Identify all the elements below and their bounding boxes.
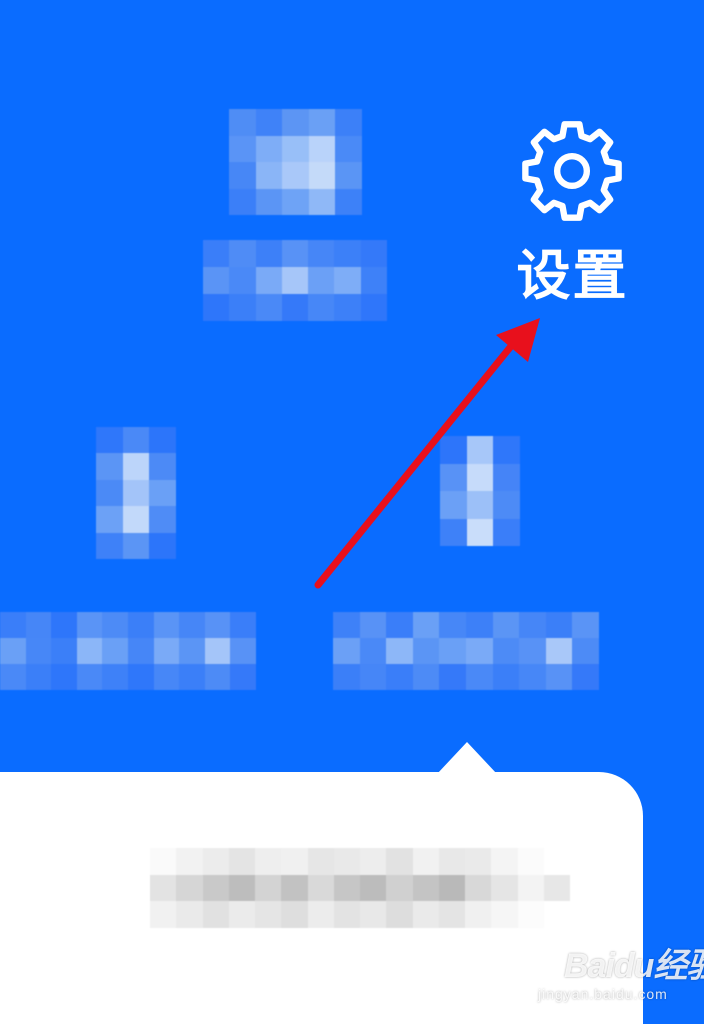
watermark-logo-text: Baidu经验	[564, 947, 704, 985]
censored-stat-caption-right	[333, 612, 599, 690]
censored-stat-value-left	[96, 427, 176, 559]
phone-screen: 设置 Baidu经验 jingyan.baidu.com	[0, 0, 704, 1024]
censored-tooltip-text	[150, 848, 570, 928]
censored-avatar	[229, 109, 362, 215]
settings-button[interactable]: 设置	[505, 110, 640, 315]
tooltip-pointer	[437, 742, 497, 774]
watermark-url: jingyan.baidu.com	[538, 986, 668, 1002]
paw-icon	[538, 955, 563, 977]
settings-label: 设置	[516, 244, 629, 307]
censored-stat-value-right	[440, 436, 520, 546]
censored-stat-caption-left	[0, 612, 256, 690]
censored-username	[203, 240, 387, 321]
gear-icon	[522, 121, 622, 221]
watermark-logo: Baidu经验	[538, 946, 704, 986]
baidu-jingyan-watermark: Baidu经验 jingyan.baidu.com	[538, 946, 704, 1012]
